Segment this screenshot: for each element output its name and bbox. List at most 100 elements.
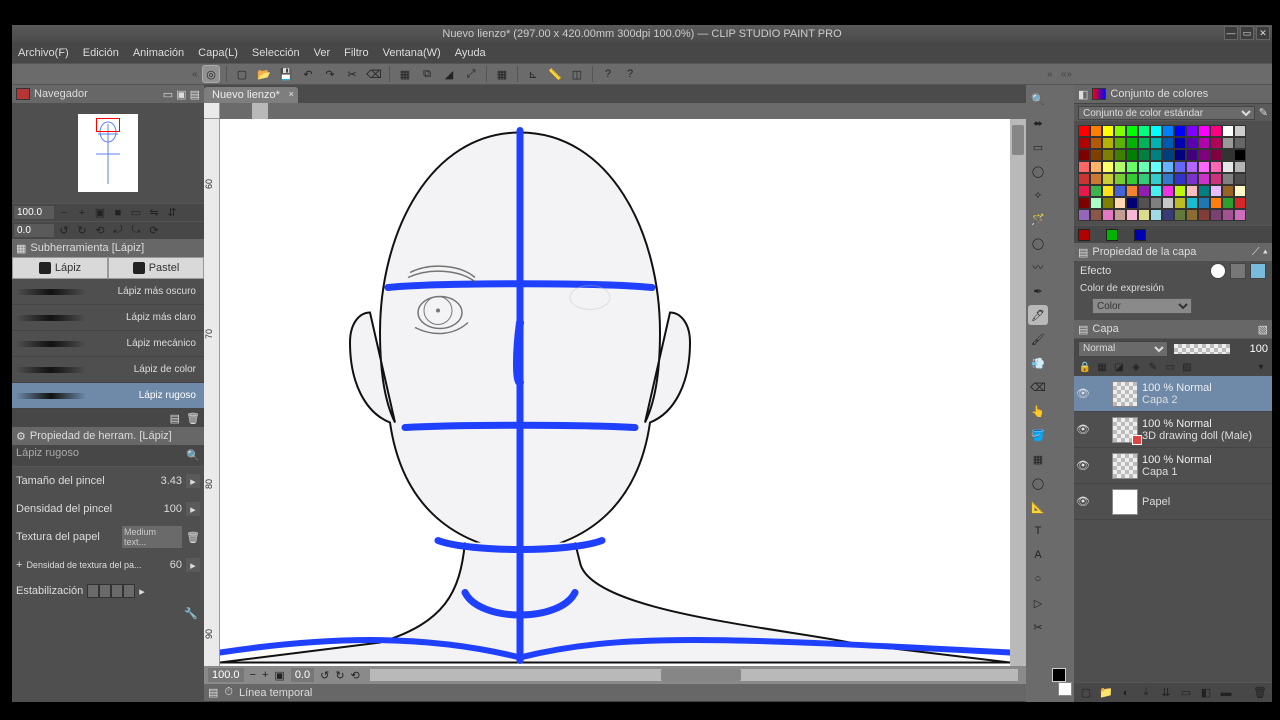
color-swatch[interactable] xyxy=(1174,209,1186,221)
color-swatch[interactable] xyxy=(1078,125,1090,137)
subtool-item[interactable]: Lápiz más oscuro xyxy=(12,279,204,305)
subtool-item[interactable]: Lápiz rugoso xyxy=(12,383,204,409)
tool-blur[interactable]: 🖊 xyxy=(1028,305,1048,325)
color-swatch[interactable] xyxy=(1222,137,1234,149)
opacity-value[interactable]: 100 xyxy=(1236,343,1268,355)
rotate-misc-icon[interactable]: ⤿ xyxy=(128,223,144,239)
texture-density-stepper[interactable]: ▸ xyxy=(186,558,200,572)
color-swatch[interactable] xyxy=(1174,197,1186,209)
color-swatch[interactable] xyxy=(1150,185,1162,197)
tool-frame[interactable]: ▦ xyxy=(1028,449,1048,469)
navigator-thumbnail[interactable] xyxy=(12,103,204,203)
color-swatch[interactable] xyxy=(1090,185,1102,197)
layer-visibility-icon[interactable]: 👁 xyxy=(1076,495,1090,508)
color-swatch[interactable] xyxy=(1198,125,1210,137)
toolbar-redo-icon[interactable]: ↷ xyxy=(321,65,339,83)
color-swatch[interactable] xyxy=(1114,173,1126,185)
color-swatch[interactable] xyxy=(1102,137,1114,149)
layer-visibility-icon[interactable]: 👁 xyxy=(1076,387,1090,400)
layer-item[interactable]: 👁Papel xyxy=(1074,484,1272,520)
color-swatch[interactable] xyxy=(1222,173,1234,185)
opacity-slider[interactable] xyxy=(1174,344,1230,354)
color-swatch[interactable] xyxy=(1234,197,1246,209)
tool-line-edit[interactable]: A xyxy=(1028,545,1048,565)
color-swatch[interactable] xyxy=(1210,161,1222,173)
color-swatch[interactable] xyxy=(1210,209,1222,221)
color-swatch[interactable] xyxy=(1150,125,1162,137)
color-swatch[interactable] xyxy=(1150,161,1162,173)
menu-animación[interactable]: Animación xyxy=(133,47,184,59)
zoom-value[interactable]: 100.0 xyxy=(14,206,54,219)
color-swatch[interactable] xyxy=(1138,137,1150,149)
tool-eraser[interactable]: 🖌 xyxy=(1028,329,1048,349)
color-swatch[interactable] xyxy=(1114,137,1126,149)
color-swatch[interactable] xyxy=(1078,173,1090,185)
color-swatch[interactable] xyxy=(1210,197,1222,209)
layer-menu-icon[interactable]: ▾ xyxy=(1254,360,1268,374)
toolbar-ruler-icon[interactable]: 📏 xyxy=(546,65,564,83)
subtool-item[interactable]: Lápiz de color xyxy=(12,357,204,383)
layer-item[interactable]: 👁100 % NormalCapa 2 xyxy=(1074,376,1272,412)
brush-density-stepper[interactable]: ▸ xyxy=(186,502,200,516)
tool-tool21[interactable]: ▷ xyxy=(1028,593,1048,613)
color-swatch[interactable] xyxy=(1114,125,1126,137)
status-zoom-in-icon[interactable]: + xyxy=(262,669,268,681)
color-swatch[interactable] xyxy=(1078,197,1090,209)
subtool-item[interactable]: Lápiz más claro xyxy=(12,305,204,331)
rotate-reset-icon[interactable]: ⟲ xyxy=(92,223,108,239)
color-swatch[interactable] xyxy=(1138,173,1150,185)
toolbar-save-icon[interactable]: 💾 xyxy=(277,65,295,83)
color-swatch[interactable] xyxy=(1210,185,1222,197)
expression-dropdown[interactable]: Color xyxy=(1092,298,1192,314)
tool-brush[interactable]: 〰 xyxy=(1028,257,1048,277)
color-swatch[interactable] xyxy=(1222,185,1234,197)
color-swatch[interactable] xyxy=(1186,137,1198,149)
tool-magnify[interactable]: 🔍 xyxy=(1028,89,1048,109)
color-swatch[interactable] xyxy=(1126,161,1138,173)
toolbar-help-icon[interactable]: ? xyxy=(599,65,617,83)
color-swatch[interactable] xyxy=(1090,197,1102,209)
toolbar-new-icon[interactable]: ▢ xyxy=(233,65,251,83)
color-swatch[interactable] xyxy=(1162,197,1174,209)
status-rotate-reset-icon[interactable]: ⟲ xyxy=(351,669,360,682)
color-swatch[interactable] xyxy=(1126,173,1138,185)
brush-size-value[interactable]: 3.43 xyxy=(152,475,182,487)
color-swatch[interactable] xyxy=(1222,125,1234,137)
color-swatch[interactable] xyxy=(1102,161,1114,173)
color-swatch[interactable] xyxy=(1162,173,1174,185)
rotation-value[interactable]: 0.0 xyxy=(14,224,54,237)
color-swatch[interactable] xyxy=(1198,161,1210,173)
layer-mask-add-icon[interactable]: ▭ xyxy=(1178,685,1194,701)
color-swatch[interactable] xyxy=(1150,197,1162,209)
color-swatch[interactable] xyxy=(1126,149,1138,161)
flip-v-icon[interactable]: ⇵ xyxy=(164,205,180,221)
color-swatch[interactable] xyxy=(1174,185,1186,197)
layer-mask-icon[interactable]: ▭ xyxy=(1163,360,1177,374)
color-swatch[interactable] xyxy=(1090,209,1102,221)
color-swatch[interactable] xyxy=(1210,149,1222,161)
subtool-menu-icon[interactable]: ▤ xyxy=(170,412,180,425)
menu-ver[interactable]: Ver xyxy=(314,47,331,59)
tool-lasso[interactable]: ◯ xyxy=(1028,161,1048,181)
color-swatch[interactable] xyxy=(1102,173,1114,185)
color-swatch[interactable] xyxy=(1186,197,1198,209)
rgb-blue[interactable] xyxy=(1134,229,1146,241)
toolbar-fill-icon[interactable]: ◢ xyxy=(440,65,458,83)
color-swatch[interactable] xyxy=(1222,197,1234,209)
color-swatch[interactable] xyxy=(1126,125,1138,137)
color-swatch[interactable] xyxy=(1198,209,1210,221)
merge-down-icon[interactable]: ⇊ xyxy=(1158,685,1174,701)
texture-density-value[interactable]: 60 xyxy=(152,559,182,571)
layer-ruler-icon[interactable]: ▨ xyxy=(1180,360,1194,374)
layer-lock-pixel-icon[interactable]: ▦ xyxy=(1095,360,1109,374)
zoom-in-icon[interactable]: + xyxy=(74,205,90,221)
tool-pen[interactable]: 🪄 xyxy=(1028,209,1048,229)
color-swatch[interactable] xyxy=(1234,173,1246,185)
collapse-left-icon[interactable]: « xyxy=(192,69,198,80)
color-swatch[interactable] xyxy=(1198,197,1210,209)
stabilization-boxes[interactable] xyxy=(87,584,135,598)
status-rotate-cw-icon[interactable]: ↻ xyxy=(335,669,344,682)
color-swatch[interactable] xyxy=(1186,149,1198,161)
toolbar-undo-icon[interactable]: ↶ xyxy=(299,65,317,83)
toolbar-snap-icon[interactable]: ⊾ xyxy=(524,65,542,83)
